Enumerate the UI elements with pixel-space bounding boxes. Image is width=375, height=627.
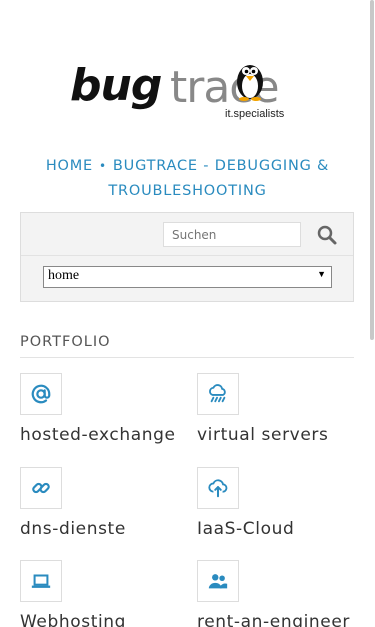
portfolio-item-dns-dienste[interactable]: dns-dienste [20,467,180,547]
portfolio-icon-box[interactable] [20,373,62,415]
link-icon [32,482,50,494]
navbox-divider [21,255,353,256]
page-select-dropdown[interactable]: home ▼ [43,266,332,288]
portfolio-item-hosted-exchange[interactable]: hosted-exchange [20,373,180,453]
portfolio-icon-box[interactable] [197,467,239,509]
portfolio-item-label[interactable]: rent-an-engineer [197,612,350,627]
chevron-down-icon: ▼ [317,269,326,279]
breadcrumb-home-link[interactable]: HOME [46,158,93,174]
search-input[interactable] [163,222,301,247]
portfolio-item-webhosting[interactable]: Webhosting [20,560,180,627]
laptop-icon [31,574,51,588]
search-icon [317,225,337,245]
site-logo[interactable]: bug trace it.specialists [70,58,294,124]
logo-word-bug: bug [70,60,162,111]
portfolio-item-label[interactable]: hosted-exchange [20,425,176,445]
cloud-rain-icon [209,384,226,403]
portfolio-icon-box[interactable] [197,373,239,415]
portfolio-item-label[interactable]: dns-dienste [20,519,126,539]
at-sign-icon [31,384,51,404]
portfolio-item-label[interactable]: virtual servers [197,425,328,445]
portfolio-item-label[interactable]: Webhosting [20,612,126,627]
navigation-panel: home ▼ [20,212,354,302]
logo-tagline: it.specialists [225,108,285,120]
portfolio-item-iaas-cloud[interactable]: IaaS-Cloud [197,467,357,547]
cloud-upload-icon [208,479,228,498]
portfolio-divider [20,357,354,358]
breadcrumb: HOME • BUGTRACE - DEBUGGING & TROUBLESHOOT… [20,154,355,204]
portfolio-icon-box[interactable] [197,560,239,602]
breadcrumb-current: BUGTRACE - DEBUGGING & TROUBLESHOOTING [108,158,330,199]
portfolio-item-rent-an-engineer[interactable]: rent-an-engineer [197,560,357,627]
penguin-mascot-icon [237,65,263,101]
page-scrollbar[interactable] [370,0,374,340]
portfolio-heading: PORTFOLIO [20,334,111,350]
portfolio-item-label[interactable]: IaaS-Cloud [197,519,294,539]
portfolio-icon-box[interactable] [20,467,62,509]
portfolio-icon-box[interactable] [20,560,62,602]
search-button[interactable] [315,223,339,247]
portfolio-item-virtual-servers[interactable]: virtual servers [197,373,357,453]
breadcrumb-separator: • [99,159,107,173]
select-value: home [48,268,80,283]
users-icon [208,574,228,589]
